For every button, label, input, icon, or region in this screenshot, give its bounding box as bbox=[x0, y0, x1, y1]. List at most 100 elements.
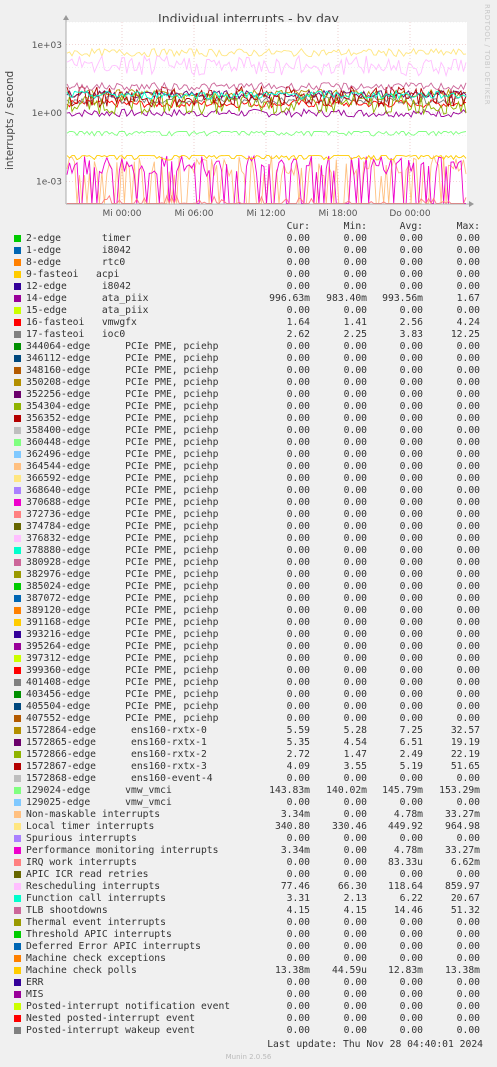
legend-label: 360448-edge PCIe PME, pciehp bbox=[26, 437, 219, 448]
legend-row: TLB shootdowns 4.15 4.15 14.46 51.32 bbox=[14, 905, 484, 917]
value-max: 0.00 bbox=[456, 1001, 480, 1012]
legend-row: 17-fasteoi ioc0 2.62 2.25 3.83 12.25 bbox=[14, 329, 484, 341]
legend-label: 395264-edge PCIe PME, pciehp bbox=[26, 641, 219, 652]
legend-swatch bbox=[14, 883, 21, 890]
legend-row: APIC ICR read retries 0.00 0.00 0.00 0.00 bbox=[14, 869, 484, 881]
legend-label: 389120-edge PCIe PME, pciehp bbox=[26, 605, 219, 616]
value-max: 0.00 bbox=[456, 953, 480, 964]
value-max: 0.00 bbox=[456, 629, 480, 640]
chart-plot: Mi 00:00 Mi 06:00 Mi 12:00 Mi 18:00 Do 00:00… bbox=[32, 15, 474, 219]
legend-row: 380928-edge PCIe PME, pciehp 0.00 0.00 0.00… bbox=[14, 557, 484, 569]
legend-row: 352256-edge PCIe PME, pciehp 0.00 0.00 0.00… bbox=[14, 389, 484, 401]
legend-label: 1572866-edge ens160-rxtx-2 bbox=[26, 749, 207, 760]
legend-row: 385024-edge PCIe PME, pciehp 0.00 0.00 0.00… bbox=[14, 581, 484, 593]
legend-row: Spurious interrupts 0.00 0.00 0.00 0.00 bbox=[14, 833, 484, 845]
value-max: 0.00 bbox=[456, 1025, 480, 1036]
legend-swatch bbox=[14, 511, 21, 518]
legend-swatch bbox=[14, 787, 21, 794]
value-max: 0.00 bbox=[456, 233, 480, 244]
value-max: 0.00 bbox=[456, 497, 480, 508]
legend-row: Nested posted-interrupt event 0.00 0.00 0.0… bbox=[14, 1013, 484, 1025]
legend-swatch bbox=[14, 1015, 21, 1022]
x-tick-label: Mi 00:00 bbox=[102, 209, 141, 219]
legend-label: 2-edge timer bbox=[26, 233, 131, 244]
y-tick-label: 1e+00 bbox=[32, 109, 63, 119]
value-max: 0.00 bbox=[456, 1013, 480, 1024]
value-max: 0.00 bbox=[456, 305, 480, 316]
legend-label: 17-fasteoi ioc0 bbox=[26, 329, 126, 340]
legend-row: 405504-edge PCIe PME, pciehp 0.00 0.00 0.00… bbox=[14, 701, 484, 713]
legend-label: 376832-edge PCIe PME, pciehp bbox=[26, 533, 219, 544]
value-max: 0.00 bbox=[456, 401, 480, 412]
legend-swatch bbox=[14, 907, 21, 914]
legend-swatch bbox=[14, 559, 21, 566]
legend-label: Machine check exceptions bbox=[26, 953, 166, 964]
legend-row: Thermal event interrupts 0.00 0.00 0.00 0.00 bbox=[14, 917, 484, 929]
x-tick-label: Mi 06:00 bbox=[174, 209, 213, 219]
legend-label: Local timer interrupts bbox=[26, 821, 155, 832]
legend-label: 352256-edge PCIe PME, pciehp bbox=[26, 389, 219, 400]
legend-swatch bbox=[14, 463, 21, 470]
legend-swatch bbox=[14, 475, 21, 482]
legend-row: 1572866-edge ens160-rxtx-2 2.72 1.47 2.49 22… bbox=[14, 749, 484, 761]
legend-swatch bbox=[14, 859, 21, 866]
value-max: 22.19 bbox=[450, 749, 480, 760]
value-max: 0.00 bbox=[456, 413, 480, 424]
value-max: 153.29m bbox=[439, 785, 480, 796]
value-max: 0.00 bbox=[456, 461, 480, 472]
legend-swatch bbox=[14, 823, 21, 830]
legend-swatch bbox=[14, 655, 21, 662]
legend-label: TLB shootdowns bbox=[26, 905, 108, 916]
legend-label: 382976-edge PCIe PME, pciehp bbox=[26, 569, 219, 580]
legend-label: 1-edge i8042 bbox=[26, 245, 131, 256]
legend-label: 129024-edge vmw_vmci bbox=[26, 785, 172, 796]
legend-row: 1572864-edge ens160-rxtx-0 5.59 5.28 7.25 32… bbox=[14, 725, 484, 737]
legend-swatch bbox=[14, 571, 21, 578]
legend-label: Threshold APIC interrupts bbox=[26, 929, 172, 940]
legend-row: 372736-edge PCIe PME, pciehp 0.00 0.00 0.00… bbox=[14, 509, 484, 521]
legend-swatch bbox=[14, 631, 21, 638]
legend-label: Deferred Error APIC interrupts bbox=[26, 941, 201, 952]
value-max: 0.00 bbox=[456, 365, 480, 376]
legend-row: 374784-edge PCIe PME, pciehp 0.00 0.00 0.00… bbox=[14, 521, 484, 533]
legend-row: 129025-edge vmw_vmci 0.00 0.00 0.00 0.00 bbox=[14, 797, 484, 809]
legend-header: Cur: Min: Avg: Max: bbox=[14, 221, 484, 233]
value-max: 6.62m bbox=[450, 857, 480, 868]
legend-row: Local timer interrupts 340.80 330.46 449.92… bbox=[14, 821, 484, 833]
legend-row: 387072-edge PCIe PME, pciehp 0.00 0.00 0.00… bbox=[14, 593, 484, 605]
legend-label: Nested posted-interrupt event bbox=[26, 1013, 196, 1024]
legend-swatch bbox=[14, 607, 21, 614]
legend-label: Function call interrupts bbox=[26, 893, 166, 904]
legend-label: 15-edge ata_piix bbox=[26, 305, 149, 316]
legend-swatch bbox=[14, 979, 21, 986]
legend-row: Rescheduling interrupts 77.46 66.30 118.64 8… bbox=[14, 881, 484, 893]
legend-swatch bbox=[14, 499, 21, 506]
legend-swatch bbox=[14, 727, 21, 734]
legend-row: 389120-edge PCIe PME, pciehp 0.00 0.00 0.00… bbox=[14, 605, 484, 617]
legend-swatch bbox=[14, 427, 21, 434]
value-max: 0.00 bbox=[456, 473, 480, 484]
legend-row: 358400-edge PCIe PME, pciehp 0.00 0.00 0.00… bbox=[14, 425, 484, 437]
legend-label: Spurious interrupts bbox=[26, 833, 137, 844]
value-max: 0.00 bbox=[456, 425, 480, 436]
legend-row: 393216-edge PCIe PME, pciehp 0.00 0.00 0.00… bbox=[14, 629, 484, 641]
legend-label: 356352-edge PCIe PME, pciehp bbox=[26, 413, 219, 424]
legend-label: 348160-edge PCIe PME, pciehp bbox=[26, 365, 219, 376]
legend-label: 129025-edge vmw_vmci bbox=[26, 797, 172, 808]
value-max: 0.00 bbox=[456, 989, 480, 1000]
legend-row: 401408-edge PCIe PME, pciehp 0.00 0.00 0.00… bbox=[14, 677, 484, 689]
last-update: Last update: Thu Nov 28 04:40:01 2024 bbox=[267, 1039, 483, 1050]
value-max: 0.00 bbox=[456, 593, 480, 604]
value-max: 0.00 bbox=[456, 581, 480, 592]
value-max: 0.00 bbox=[456, 773, 480, 784]
value-max: 0.00 bbox=[456, 509, 480, 520]
legend-row: 366592-edge PCIe PME, pciehp 0.00 0.00 0.00… bbox=[14, 473, 484, 485]
legend-label: Performance monitoring interrupts bbox=[26, 845, 219, 856]
legend-row: 12-edge i8042 0.00 0.00 0.00 0.00 bbox=[14, 281, 484, 293]
legend-swatch bbox=[14, 355, 21, 362]
legend-swatch bbox=[14, 895, 21, 902]
value-max: 0.00 bbox=[456, 665, 480, 676]
legend-swatch bbox=[14, 331, 21, 338]
legend-row: Deferred Error APIC interrupts 0.00 0.00 0.… bbox=[14, 941, 484, 953]
value-max: 19.19 bbox=[450, 737, 480, 748]
